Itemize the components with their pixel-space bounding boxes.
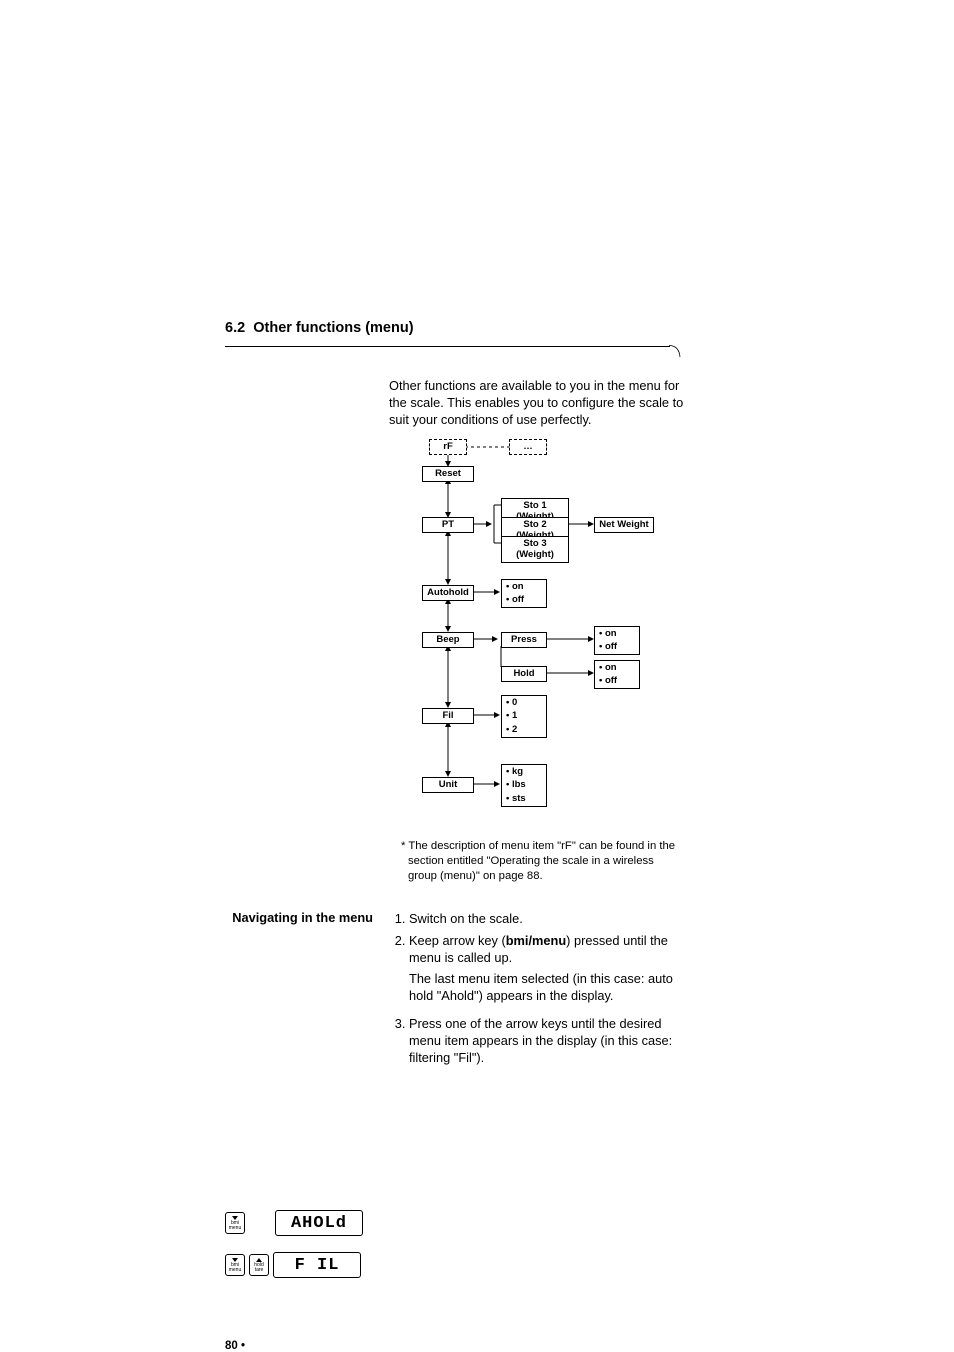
box-sto3: Sto 3 (Weight) [501, 536, 569, 564]
box-rf: rF [429, 439, 467, 455]
intro-paragraph: Other functions are available to you in … [389, 377, 694, 429]
box-pt: PT [422, 517, 474, 533]
box-dots: … [509, 439, 547, 455]
menu-flow-diagram: rF … Reset PT Sto 1 (Weight) Sto 2 (Weig… [389, 439, 689, 829]
section-heading: 6.2 Other functions (menu) [225, 320, 694, 340]
arrow-up-key-icon: hold tare [249, 1254, 269, 1276]
section-number: 6.2 [225, 320, 245, 336]
page-number: 80 • [225, 1340, 245, 1352]
opt-autohold-off: • off [501, 593, 547, 608]
box-hold: Hold [501, 666, 547, 682]
lcd-display-ahold: AHOLd [275, 1210, 363, 1236]
nav-heading: Navigating in the menu [225, 910, 389, 1070]
box-unit: Unit [422, 777, 474, 793]
nav-steps: Switch on the scale. Keep arrow key (bmi… [389, 910, 694, 1070]
box-press: Press [501, 632, 547, 648]
diagram-footnote: * The description of menu item "rF" can … [401, 839, 681, 885]
opt-press-off: • off [594, 640, 640, 655]
arrow-down-key-icon: bmi menu [225, 1254, 245, 1276]
opt-unit-sts: • sts [501, 792, 547, 807]
opt-hold-off: • off [594, 674, 640, 689]
display-example-fil: bmi menu hold tare F IL [225, 1252, 375, 1286]
opt-fil-2: • 2 [501, 723, 547, 738]
display-example-ahold: bmi menu AHOLd [225, 1210, 375, 1244]
box-autohold: Autohold [422, 585, 474, 601]
arrow-down-key-icon: bmi menu [225, 1212, 245, 1234]
box-netweight: Net Weight [594, 517, 654, 533]
box-beep: Beep [422, 632, 474, 648]
section-title-text: Other functions (menu) [253, 320, 413, 336]
step-3: Press one of the arrow keys until the de… [409, 1015, 694, 1067]
step-1: Switch on the scale. [409, 910, 694, 927]
box-reset: Reset [422, 466, 474, 482]
box-fil: Fil [422, 708, 474, 724]
lcd-display-fil: F IL [273, 1252, 361, 1278]
step-2-result: The last menu item selected (in this cas… [409, 970, 694, 1005]
section-rule [225, 346, 694, 364]
step-2: Keep arrow key (bmi/menu) pressed until … [409, 932, 694, 967]
